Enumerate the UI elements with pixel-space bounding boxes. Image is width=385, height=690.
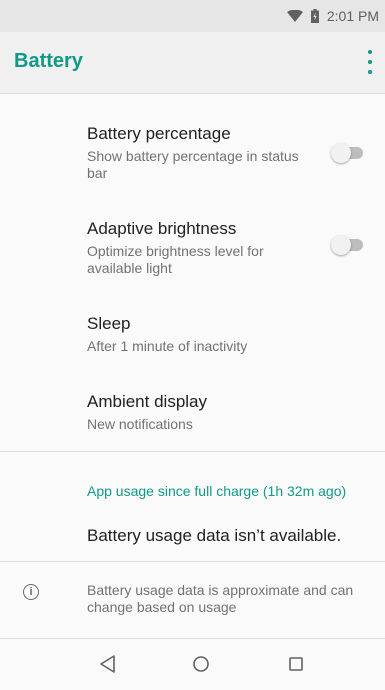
more-vert-icon[interactable] <box>367 50 373 74</box>
pref-title: Adaptive brightness <box>87 219 237 238</box>
info-icon: i <box>23 584 39 600</box>
pref-summary: After 1 minute of inactivity <box>87 338 248 354</box>
pref-title: Battery percentage <box>87 124 231 143</box>
pref-summary: Optimize brightness level for available … <box>87 243 264 276</box>
pref-adaptive-brightness[interactable]: Adaptive brightness Optimize brightness … <box>0 206 385 290</box>
back-icon[interactable] <box>96 653 120 675</box>
pref-sleep[interactable]: Sleep After 1 minute of inactivity <box>0 300 385 370</box>
usage-message: Battery usage data isn’t available. <box>87 526 342 545</box>
pref-ambient-display[interactable]: Ambient display New notifications <box>0 378 385 448</box>
toggle-thumb <box>331 235 351 255</box>
battery-icon <box>310 9 319 23</box>
pref-summary: Show battery percentage in status bar <box>87 148 299 181</box>
adaptive-brightness-toggle[interactable] <box>331 234 365 256</box>
divider <box>0 451 385 452</box>
navigation-bar <box>0 638 385 690</box>
pref-battery-percentage[interactable]: Battery percentage Show battery percenta… <box>0 110 385 194</box>
footer-info: i Battery usage data is approximate and … <box>0 577 385 637</box>
divider <box>0 561 385 562</box>
battery-percentage-toggle[interactable] <box>331 142 365 164</box>
home-icon[interactable] <box>189 653 213 675</box>
status-bar: 2:01 PM <box>0 0 385 32</box>
status-time: 2:01 PM <box>326 8 379 24</box>
app-bar: Battery <box>0 32 385 94</box>
page-title: Battery <box>14 50 83 72</box>
toggle-thumb <box>331 143 351 163</box>
pref-title: Ambient display <box>87 392 208 411</box>
app-usage-header: App usage since full charge (1h 32m ago) <box>87 483 347 499</box>
pref-title: Sleep <box>87 314 131 333</box>
footer-info-text: Battery usage data is approximate and ca… <box>87 582 354 615</box>
recents-icon[interactable] <box>284 653 308 675</box>
pref-summary: New notifications <box>87 416 193 432</box>
wifi-icon <box>286 10 303 22</box>
